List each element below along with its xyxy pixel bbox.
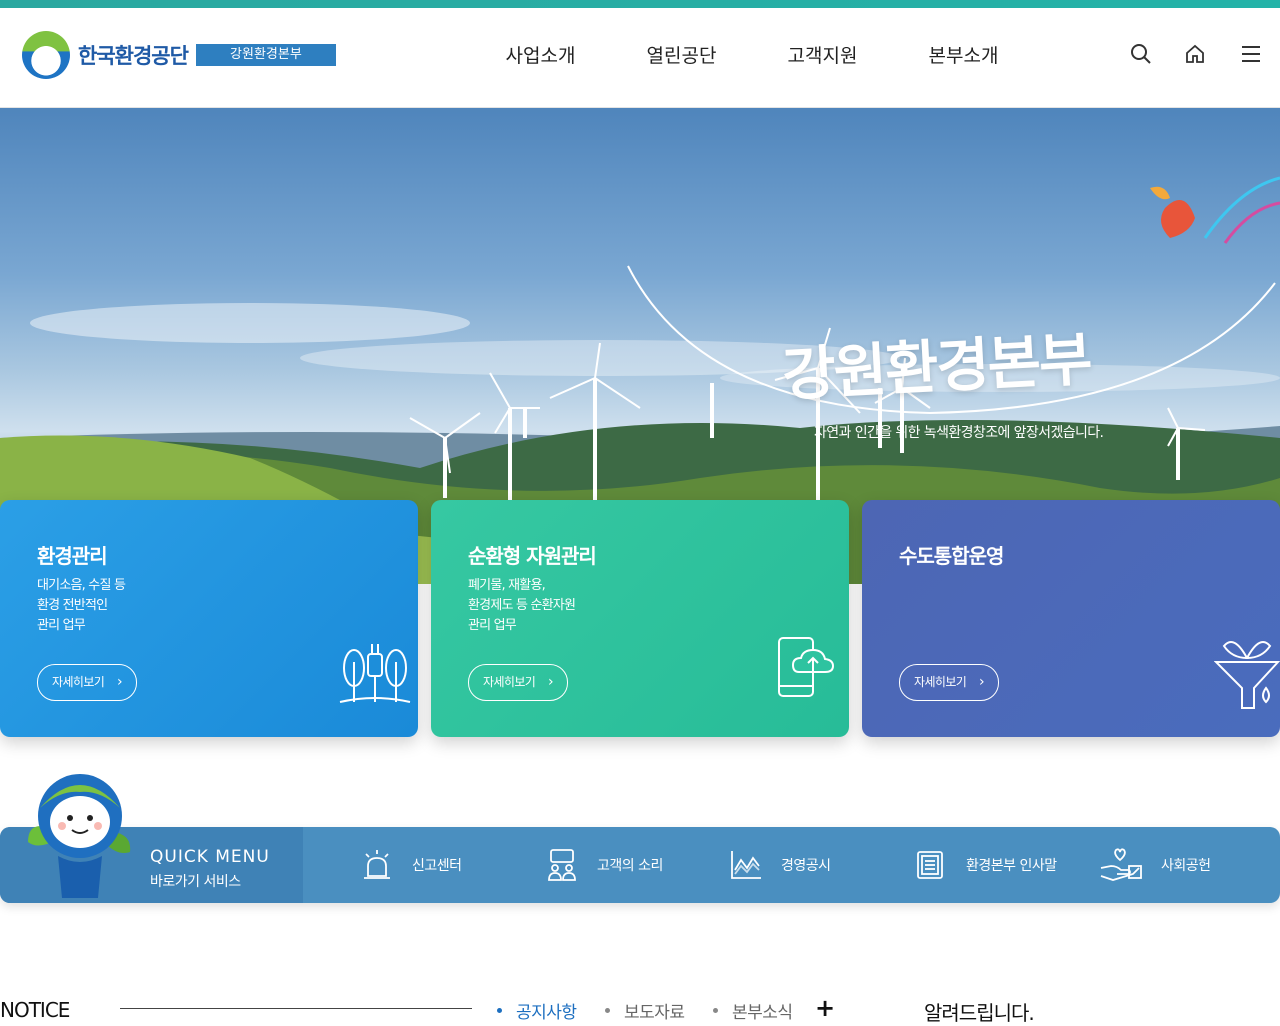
nav-item-about[interactable]: 본부소개 bbox=[893, 38, 1034, 74]
more-plus-button[interactable]: + bbox=[815, 994, 835, 1022]
tab-label: 공지사항 bbox=[516, 1003, 577, 1023]
more-label: 자세히보기 bbox=[914, 675, 967, 689]
chevron-right-icon: › bbox=[979, 674, 985, 690]
card-water[interactable]: 수도통합운영 자세히보기 › bbox=[862, 500, 1280, 737]
customer-voice-icon bbox=[548, 849, 576, 881]
card-title: 수도통합운영 bbox=[899, 544, 1004, 568]
menu-icon[interactable] bbox=[1239, 42, 1263, 66]
bullet-icon bbox=[497, 1007, 502, 1013]
chevron-right-icon: › bbox=[548, 674, 554, 690]
bullet-icon bbox=[605, 1007, 610, 1013]
nav-item-business[interactable]: 사업소개 bbox=[470, 38, 611, 74]
site-header: 한국환경공단 강원환경본부 사업소개 열린공단 고객지원 본부소개 bbox=[0, 8, 1280, 108]
card-desc-line: 환경 전반적인 bbox=[37, 598, 108, 613]
more-button[interactable]: 자세히보기 › bbox=[468, 664, 568, 701]
quick-item-greeting[interactable]: 환경본부 인사말 bbox=[914, 827, 1057, 903]
home-icon[interactable] bbox=[1183, 42, 1207, 66]
trees-icon bbox=[339, 644, 411, 703]
more-button[interactable]: 자세히보기 › bbox=[899, 664, 999, 701]
quick-item-label: 경영공시 bbox=[781, 858, 831, 874]
quick-menu-bar: QUICK MENU 바로가기 서비스 신고센터 고객의 소리 경영공시 환경본… bbox=[0, 827, 1280, 903]
more-button[interactable]: 자세히보기 › bbox=[37, 664, 137, 701]
quick-item-label: 환경본부 인사말 bbox=[966, 858, 1057, 874]
clipboard-icon bbox=[917, 851, 943, 879]
mascot-character-image bbox=[28, 774, 131, 898]
quick-item-report[interactable]: 신고센터 bbox=[360, 827, 462, 903]
card-desc-line: 대기소음, 수질 등 bbox=[37, 578, 126, 593]
tab-label: 보도자료 bbox=[624, 1003, 685, 1023]
card-desc: 폐기물, 재활용, 환경제도 등 순환자원 관리 업무 bbox=[468, 576, 576, 636]
heart-hand-icon bbox=[1100, 848, 1142, 881]
chevron-right-icon: › bbox=[117, 674, 123, 690]
water-plant-icon bbox=[1214, 641, 1280, 709]
card-title: 환경관리 bbox=[37, 544, 108, 568]
quick-item-disclosure[interactable]: 경영공시 bbox=[729, 827, 831, 903]
search-icon[interactable] bbox=[1129, 42, 1153, 66]
hero-title: 강원환경본부 bbox=[780, 324, 1093, 410]
notice-label: NOTICE bbox=[0, 998, 70, 1022]
quick-item-voice[interactable]: 고객의 소리 bbox=[545, 827, 663, 903]
logo-text: 한국환경공단 bbox=[78, 44, 189, 68]
top-accent-bar bbox=[0, 0, 1280, 8]
quick-item-social[interactable]: 사회공헌 bbox=[1099, 827, 1211, 903]
logo-mark-icon bbox=[22, 31, 70, 79]
card-desc-line: 폐기물, 재활용, bbox=[468, 578, 546, 593]
card-desc-line: 환경제도 등 순환자원 bbox=[468, 598, 576, 613]
card-desc-line: 관리 업무 bbox=[37, 618, 86, 633]
more-label: 자세히보기 bbox=[483, 675, 536, 689]
tab-news[interactable]: 본부소식 bbox=[713, 998, 793, 1023]
inform-heading: 알려드립니다. bbox=[924, 1001, 1035, 1025]
card-resource[interactable]: 순환형 자원관리 폐기물, 재활용, 환경제도 등 순환자원 관리 업무 자세히… bbox=[431, 500, 849, 737]
tab-notice[interactable]: 공지사항 bbox=[497, 998, 577, 1023]
mobile-upload-icon bbox=[778, 637, 835, 697]
quick-item-label: 사회공헌 bbox=[1161, 858, 1211, 874]
siren-icon bbox=[364, 850, 390, 879]
hero-subtitle: 자연과 인간을 위한 녹색환경창조에 앞장서겠습니다. bbox=[814, 425, 1104, 441]
quick-menu-subtitle: 바로가기 서비스 bbox=[150, 874, 241, 890]
card-environment[interactable]: 환경관리 대기소음, 수질 등 환경 전반적인 관리 업무 자세히보기 › bbox=[0, 500, 418, 737]
tab-label: 본부소식 bbox=[732, 1003, 793, 1023]
bullet-icon bbox=[713, 1007, 718, 1013]
card-title: 순환형 자원관리 bbox=[468, 544, 597, 568]
main-nav: 사업소개 열린공단 고객지원 본부소개 bbox=[470, 38, 1034, 74]
quick-menu-title: QUICK MENU bbox=[150, 847, 270, 867]
nav-item-support[interactable]: 고객지원 bbox=[752, 38, 893, 74]
quick-item-label: 고객의 소리 bbox=[597, 858, 663, 874]
site-logo[interactable]: 한국환경공단 강원환경본부 bbox=[22, 31, 336, 79]
tab-press[interactable]: 보도자료 bbox=[605, 998, 685, 1023]
more-label: 자세히보기 bbox=[52, 675, 105, 689]
logo-branch-label: 강원환경본부 bbox=[195, 44, 336, 66]
notice-divider bbox=[120, 1008, 472, 1009]
nav-item-open[interactable]: 열린공단 bbox=[611, 38, 752, 74]
chart-line-icon bbox=[731, 851, 761, 879]
card-desc: 대기소음, 수질 등 환경 전반적인 관리 업무 bbox=[37, 576, 126, 636]
card-desc-line: 관리 업무 bbox=[468, 618, 517, 633]
quick-item-label: 신고센터 bbox=[412, 858, 462, 874]
